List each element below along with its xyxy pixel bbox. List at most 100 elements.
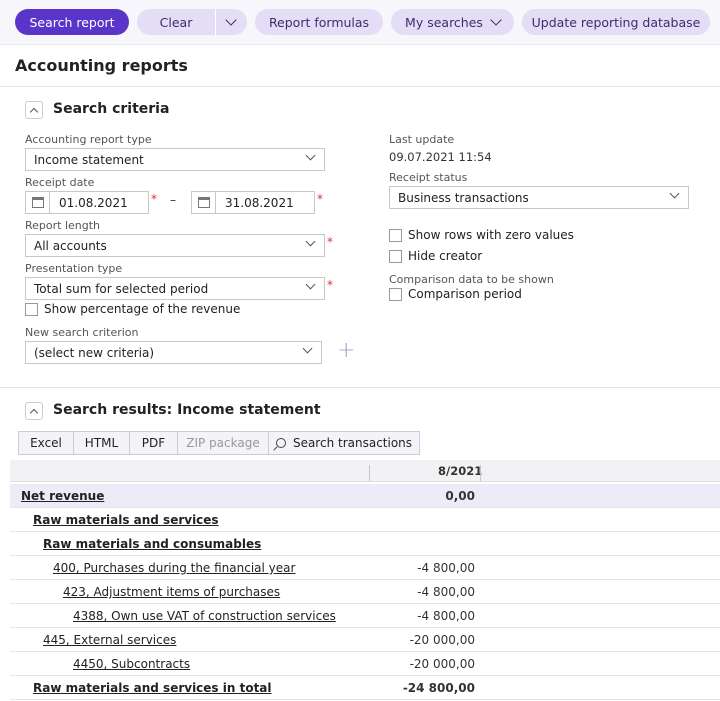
divider: [0, 387, 720, 388]
receipt-status-select[interactable]: Business transactions: [389, 186, 689, 209]
table-row: 400, Purchases during the financial year…: [10, 556, 720, 580]
report-formulas-button[interactable]: Report formulas: [255, 9, 383, 35]
comparison-period-checkbox[interactable]: Comparison period: [389, 287, 522, 301]
new-criterion-select[interactable]: (select new criteria): [25, 341, 322, 364]
column-divider: [369, 465, 370, 481]
chevron-down-icon: [305, 150, 316, 161]
row-value: -20 000,00: [409, 657, 475, 671]
row-value: -4 800,00: [417, 585, 475, 599]
table-row: 445, External services -20 000,00: [10, 628, 720, 652]
update-db-label: Update reporting database: [531, 14, 701, 30]
receipt-status-value: Business transactions: [398, 190, 529, 205]
update-reporting-database-button[interactable]: Update reporting database: [522, 9, 710, 35]
chevron-up-icon: [29, 107, 39, 116]
table-row: 423, Adjustment items of purchases -4 800…: [10, 580, 720, 604]
search-transactions-button[interactable]: Search transactions: [269, 432, 419, 454]
report-formulas-label: Report formulas: [268, 14, 370, 30]
date-from-field[interactable]: 01.08.2021: [25, 191, 149, 214]
row-name-link[interactable]: 445, External services: [43, 633, 176, 647]
report-type-value: Income statement: [34, 152, 144, 167]
chevron-down-icon: [302, 343, 313, 354]
date-from-value: 01.08.2021: [59, 195, 128, 210]
last-update-value: 09.07.2021 11:54: [389, 150, 492, 164]
comparison-period-label: Comparison period: [408, 287, 522, 301]
clear-dropdown[interactable]: [215, 14, 247, 26]
row-name-link[interactable]: 400, Purchases during the financial year: [53, 561, 295, 575]
table-row: Raw materials and services: [10, 508, 720, 532]
required-mark: *: [317, 192, 323, 206]
checkbox-box[interactable]: [25, 302, 38, 316]
column-header-period[interactable]: 8/2021: [438, 464, 482, 478]
show-percentage-label: Show percentage of the revenue: [44, 302, 241, 316]
search-transactions-label: Search transactions: [292, 436, 413, 450]
date-separator: –: [170, 193, 176, 207]
chevron-down-icon: [305, 236, 316, 247]
clear-button[interactable]: Clear: [137, 15, 215, 30]
export-pdf-button[interactable]: PDF: [130, 432, 178, 454]
date-to-field[interactable]: 31.08.2021: [191, 191, 315, 214]
calendar-icon[interactable]: [192, 192, 216, 213]
row-name-link[interactable]: Raw materials and consumables: [43, 537, 261, 551]
row-name-link[interactable]: 4388, Own use VAT of construction servic…: [73, 609, 336, 623]
hide-creator-checkbox[interactable]: Hide creator: [389, 249, 482, 263]
split-divider: [215, 9, 216, 35]
chevron-down-icon: [669, 188, 680, 199]
show-zero-rows-checkbox[interactable]: Show rows with zero values: [389, 228, 574, 242]
row-name-link[interactable]: 4450, Subcontracts: [73, 657, 190, 671]
row-name-link[interactable]: Raw materials and services in total: [33, 681, 272, 695]
collapse-results-button[interactable]: [25, 402, 43, 420]
my-searches-button[interactable]: My searches: [391, 9, 514, 35]
divider: [0, 86, 720, 87]
last-update-label: Last update: [389, 133, 455, 146]
row-value: -24 800,00: [402, 681, 475, 695]
row-value: -4 800,00: [417, 609, 475, 623]
checkbox-box[interactable]: [389, 249, 402, 263]
export-html-button[interactable]: HTML: [74, 432, 130, 454]
table-row: Raw materials and services in total -24 8…: [10, 676, 720, 700]
checkbox-box[interactable]: [389, 287, 402, 301]
export-zip-button[interactable]: ZIP package: [178, 432, 269, 454]
show-percentage-checkbox[interactable]: Show percentage of the revenue: [25, 302, 240, 316]
export-excel-button[interactable]: Excel: [19, 432, 74, 454]
receipt-status-label: Receipt status: [389, 171, 468, 184]
search-report-button[interactable]: Search report: [15, 9, 129, 35]
table-header: 8/2021: [10, 460, 720, 482]
row-name-link[interactable]: 423, Adjustment items of purchases: [63, 585, 280, 599]
row-value: 0,00: [445, 489, 475, 503]
row-name-link[interactable]: Raw materials and services: [33, 513, 219, 527]
hide-creator-label: Hide creator: [408, 249, 483, 263]
comparison-label: Comparison data to be shown: [389, 273, 554, 286]
clear-split-button: Clear: [137, 9, 247, 35]
calendar-icon[interactable]: [26, 192, 50, 213]
search-report-label: Search report: [29, 14, 115, 30]
page-title: Accounting reports: [15, 56, 188, 75]
report-length-select[interactable]: All accounts: [25, 234, 325, 257]
chevron-down-icon: [490, 14, 502, 26]
presentation-type-select[interactable]: Total sum for selected period: [25, 277, 325, 300]
show-zero-rows-label: Show rows with zero values: [408, 228, 574, 242]
add-criterion-icon[interactable]: +: [337, 340, 355, 362]
new-criterion-label: New search criterion: [25, 326, 139, 339]
required-mark: *: [327, 235, 333, 249]
toolbar: Search report Clear Report formulas My s…: [0, 0, 720, 45]
required-mark: *: [151, 192, 157, 206]
my-searches-label: My searches: [405, 14, 483, 30]
receipt-date-label: Receipt date: [25, 176, 95, 189]
table-row: Net revenue 0,00: [10, 484, 720, 508]
checkbox-box[interactable]: [389, 228, 402, 242]
chevron-down-icon: [225, 14, 237, 26]
search-results-title: Search results: Income statement: [53, 402, 321, 418]
search-criteria-title: Search criteria: [53, 101, 170, 117]
report-type-select[interactable]: Income statement: [25, 148, 325, 171]
new-criterion-value: (select new criteria): [34, 345, 155, 360]
collapse-criteria-button[interactable]: [25, 101, 43, 119]
report-length-value: All accounts: [34, 238, 107, 253]
column-divider: [480, 465, 481, 481]
search-icon: [275, 438, 286, 448]
required-mark: *: [327, 278, 333, 292]
table-row: 4388, Own use VAT of construction servic…: [10, 604, 720, 628]
table-row: Raw materials and consumables: [10, 532, 720, 556]
date-to-value: 31.08.2021: [225, 195, 294, 210]
chevron-down-icon: [305, 279, 316, 290]
row-name-link[interactable]: Net revenue: [21, 489, 104, 503]
